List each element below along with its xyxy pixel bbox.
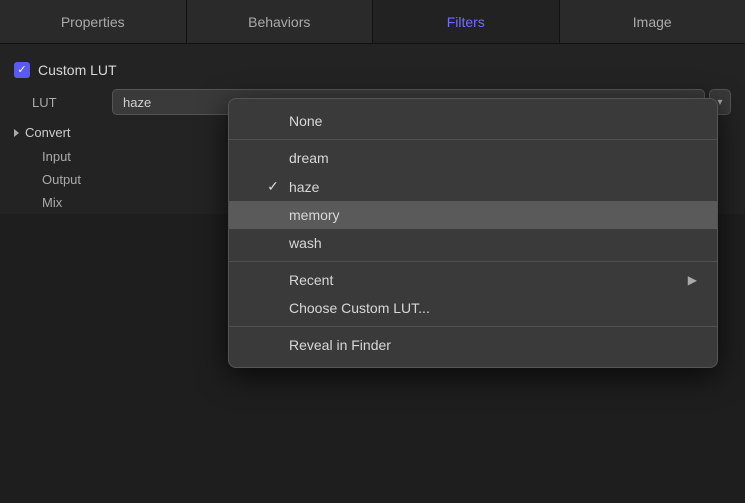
menu-item-haze-label: haze — [289, 179, 319, 195]
tab-image[interactable]: Image — [560, 0, 745, 43]
menu-item-choose-custom[interactable]: Choose Custom LUT... — [229, 294, 717, 322]
panel: ✓ Custom LUT LUT haze ▾ ▾ Convert Input … — [0, 44, 745, 214]
lut-dropdown-menu: None dream ✓ haze memory wash — [228, 98, 718, 368]
custom-lut-label: Custom LUT — [38, 62, 117, 78]
menu-section-none: None — [229, 103, 717, 140]
menu-item-wash[interactable]: wash — [229, 229, 717, 257]
menu-section-luts: dream ✓ haze memory wash — [229, 140, 717, 262]
lut-label: LUT — [32, 95, 102, 110]
custom-lut-row: ✓ Custom LUT — [0, 56, 745, 84]
menu-item-dream[interactable]: dream — [229, 144, 717, 172]
tab-filters[interactable]: Filters — [373, 0, 560, 43]
recent-arrow-icon: ▶ — [688, 273, 697, 287]
menu-item-recent[interactable]: Recent ▶ — [229, 266, 717, 294]
menu-item-memory[interactable]: memory — [229, 201, 717, 229]
menu-item-none-label: None — [289, 113, 322, 129]
custom-lut-checkbox[interactable]: ✓ — [14, 62, 30, 78]
menu-item-none[interactable]: None — [229, 107, 717, 135]
input-label: Input — [42, 149, 71, 164]
menu-section-reveal: Reveal in Finder — [229, 327, 717, 363]
menu-item-recent-label: Recent — [289, 272, 333, 288]
menu-section-recent: Recent ▶ Choose Custom LUT... — [229, 262, 717, 327]
menu-item-reveal[interactable]: Reveal in Finder — [229, 331, 717, 359]
menu-item-memory-label: memory — [289, 207, 340, 223]
tab-behaviors[interactable]: Behaviors — [187, 0, 374, 43]
menu-item-choose-label: Choose Custom LUT... — [289, 300, 430, 316]
tab-properties[interactable]: Properties — [0, 0, 187, 43]
checkbox-check-icon: ✓ — [17, 65, 26, 76]
tab-bar: Properties Behaviors Filters Image — [0, 0, 745, 44]
convert-label: Convert — [25, 125, 71, 140]
output-label: Output — [42, 172, 81, 187]
triangle-icon — [14, 129, 19, 137]
menu-item-wash-label: wash — [289, 235, 322, 251]
lut-dropdown-value: haze — [123, 95, 151, 110]
extra-arrow-icon: ▾ — [717, 97, 722, 108]
mix-label: Mix — [42, 195, 62, 210]
menu-item-reveal-label: Reveal in Finder — [289, 337, 391, 353]
menu-item-dream-label: dream — [289, 150, 329, 166]
haze-check-icon: ✓ — [265, 178, 281, 195]
menu-item-haze[interactable]: ✓ haze — [229, 172, 717, 201]
